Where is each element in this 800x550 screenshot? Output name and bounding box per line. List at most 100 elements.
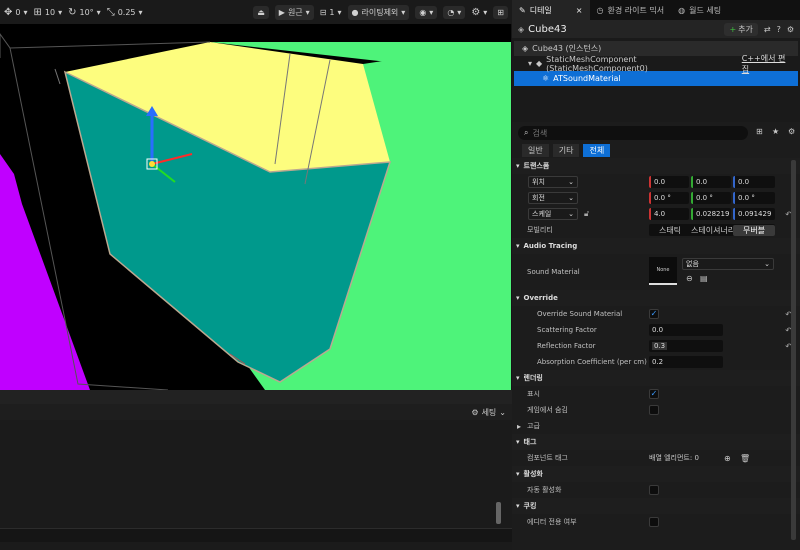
chevron-down-icon: ⌄ [499,407,506,417]
use-selected-icon[interactable]: ⊖ [686,274,693,283]
location-y[interactable]: 0.0 [691,176,731,188]
rotation-mode-dropdown[interactable]: 회전 ⌄ [528,192,578,204]
section-tags[interactable]: ▾ 태그 [512,434,800,450]
add-element-icon[interactable]: ⊕ [724,454,731,463]
viewport-layout-dropdown[interactable]: ⊟ 1 ▾ [320,8,342,17]
perspective-dropdown[interactable]: ▶ 원근 ▾ [274,4,314,20]
expand-arrow-icon: ▸ [517,421,522,431]
sound-material-thumbnail[interactable]: None [649,257,677,285]
blueprint-icon[interactable]: ⇄ [764,25,771,34]
close-icon[interactable]: × [576,6,583,15]
help-icon[interactable]: ? [777,25,781,34]
rotation-snap-icon: ↻ [68,6,77,18]
sound-material-dropdown[interactable]: 없음 ⌄ [682,258,774,270]
chevron-down-icon: ▾ [429,7,434,17]
prop-sound-material: Sound Material None 없음 ⌄ ⊖ ▤ [512,254,800,290]
chevron-down-icon: ⌄ [568,194,574,202]
edit-in-cpp-link[interactable]: C++에서 편집 [742,53,792,75]
hidden-in-game-checkbox[interactable] [649,405,659,415]
trash-icon[interactable]: 🗑︎ [740,454,750,463]
prop-visible: 표시 ✓ [527,389,659,399]
viewport-toolbar: ✥ 0 ▾ ⊞ 10 ▾ ↻ 10° ▾ ⤡ 0.25 ▾ ⏏ ▶ 원근 ▾ ⊟ 1 ▾ ● 라이팅제외 ▾… [0,0,512,24]
mobility-movable[interactable]: 무버블 [733,224,775,236]
grid-icon: ⊞ [497,7,504,17]
prop-location: 위치 ⌄ 0.0 0.0 0.0 [512,174,800,190]
mobility-static[interactable]: 스태틱 [649,225,691,236]
maximize-viewport-button[interactable]: ⊞ [493,5,508,19]
prop-scattering: Scattering Factor 0.0 ↶ [537,324,792,336]
scattering-input[interactable]: 0.0 [649,324,723,336]
settings-button[interactable]: 세팅 [482,407,497,418]
reflection-input[interactable]: 0.3 [649,340,723,352]
filter-misc[interactable]: 기타 [552,144,580,157]
prop-hidden-in-game: 게임에서 숨김 [512,402,800,418]
rotation-snap[interactable]: ↻ 10° ▾ [68,7,101,18]
translate-snap[interactable]: ✥ 0 ▾ [4,7,28,18]
chevron-down-icon: ⌄ [568,178,574,186]
auto-activate-checkbox[interactable] [649,485,659,495]
lighting-dropdown[interactable]: ● 라이팅제외 ▾ [347,4,410,20]
table-view-icon[interactable]: ⊞ [756,127,763,136]
level-viewport[interactable] [0,24,511,390]
tab-details[interactable]: ✎ 디테일 × [512,0,590,20]
viewport-settings-dropdown[interactable]: ⚙ ▾ [471,7,487,18]
scale-mode-dropdown[interactable]: 스케일 ⌄ [528,208,578,220]
visible-checkbox[interactable]: ✓ [649,389,659,399]
prop-advanced[interactable]: ▸ 고급 [512,418,800,434]
section-cooking[interactable]: ▾ 쿠킹 [512,498,800,514]
location-mode-dropdown[interactable]: 위치 ⌄ [528,176,578,188]
prop-override-sound-material: Override Sound Material ✓ ↶ [537,309,792,319]
rotation-z[interactable]: 0.0 ° [733,192,775,204]
settings-icon[interactable]: ⚙ [787,25,794,34]
scale-x[interactable]: 4.0 [649,208,689,220]
grid-snap[interactable]: ⊞ 10 ▾ [34,7,63,18]
prop-reflection: Reflection Factor 0.3 ↶ [537,340,792,352]
scrollbar[interactable] [496,502,501,524]
scale-snap[interactable]: ⤡ 0.25 ▾ [107,7,143,18]
filter-all[interactable]: 전체 [583,144,611,157]
add-component-button[interactable]: + 추가 [724,22,758,36]
camera-icon: ⏏ [257,7,265,17]
gear-icon[interactable]: ⚙ [788,127,795,136]
rotation-y[interactable]: 0.0 ° [691,192,731,204]
chevron-down-icon: ▾ [457,7,462,17]
collapse-arrow-icon: ▾ [516,242,520,250]
chevron-down-icon: ▾ [23,7,28,17]
collapse-arrow-icon: ▾ [516,438,520,446]
performance-dropdown[interactable]: ◔ ▾ [443,5,466,19]
star-icon[interactable]: ★ [772,127,779,136]
expand-arrow-icon: ▾ [528,59,533,68]
video-camera-icon: ▶ [278,7,285,17]
section-activation[interactable]: ▾ 활성화 [512,466,800,482]
tree-item-static-mesh[interactable]: ▾ ◆ StaticMeshComponent (StaticMeshCompone… [514,54,798,74]
section-audio-tracing[interactable]: ▾ Audio Tracing [512,238,800,254]
light-mixer-icon: ◷ [596,5,604,15]
filter-general[interactable]: 일반 [522,144,549,157]
editor-only-checkbox[interactable] [649,517,659,527]
search-input[interactable]: 검색 [532,128,547,139]
override-checkbox[interactable]: ✓ [649,309,659,319]
tab-env-light-mixer[interactable]: ◷ 환경 라이트 믹서 [590,0,672,20]
camera-button[interactable]: ⏏ [253,5,269,19]
chevron-down-icon: ▾ [96,7,101,17]
prop-scale: 스케일 ⌄ 🔓︎ 4.0 0.028219 0.091429 ↶ [512,206,800,222]
details-scrollbar[interactable] [791,160,796,540]
scale-y[interactable]: 0.028219 [691,208,731,220]
grid-snap-icon: ⊞ [33,6,42,18]
section-transform[interactable]: ▾ 트랜스폼 [512,158,800,174]
section-rendering[interactable]: ▾ 렌더링 [512,370,800,386]
scale-z[interactable]: 0.091429 [733,208,775,220]
mobility-stationary[interactable]: 스테이셔너리 [691,225,733,236]
browse-icon[interactable]: ▤ [700,274,708,283]
plus-icon: + [729,24,737,34]
location-z[interactable]: 0.0 [733,176,775,188]
show-dropdown[interactable]: ◉ ▾ [415,5,438,19]
collapse-arrow-icon: ▾ [516,502,520,510]
location-x[interactable]: 0.0 [649,176,689,188]
rotation-x[interactable]: 0.0 ° [649,192,689,204]
tab-world-settings[interactable]: ◍ 월드 세팅 [671,0,728,20]
section-override[interactable]: ▾ Override [512,290,800,306]
chevron-down-icon: ⌄ [568,210,574,218]
lock-icon[interactable]: 🔓︎ [584,209,589,219]
absorption-input[interactable]: 0.2 [649,356,723,368]
